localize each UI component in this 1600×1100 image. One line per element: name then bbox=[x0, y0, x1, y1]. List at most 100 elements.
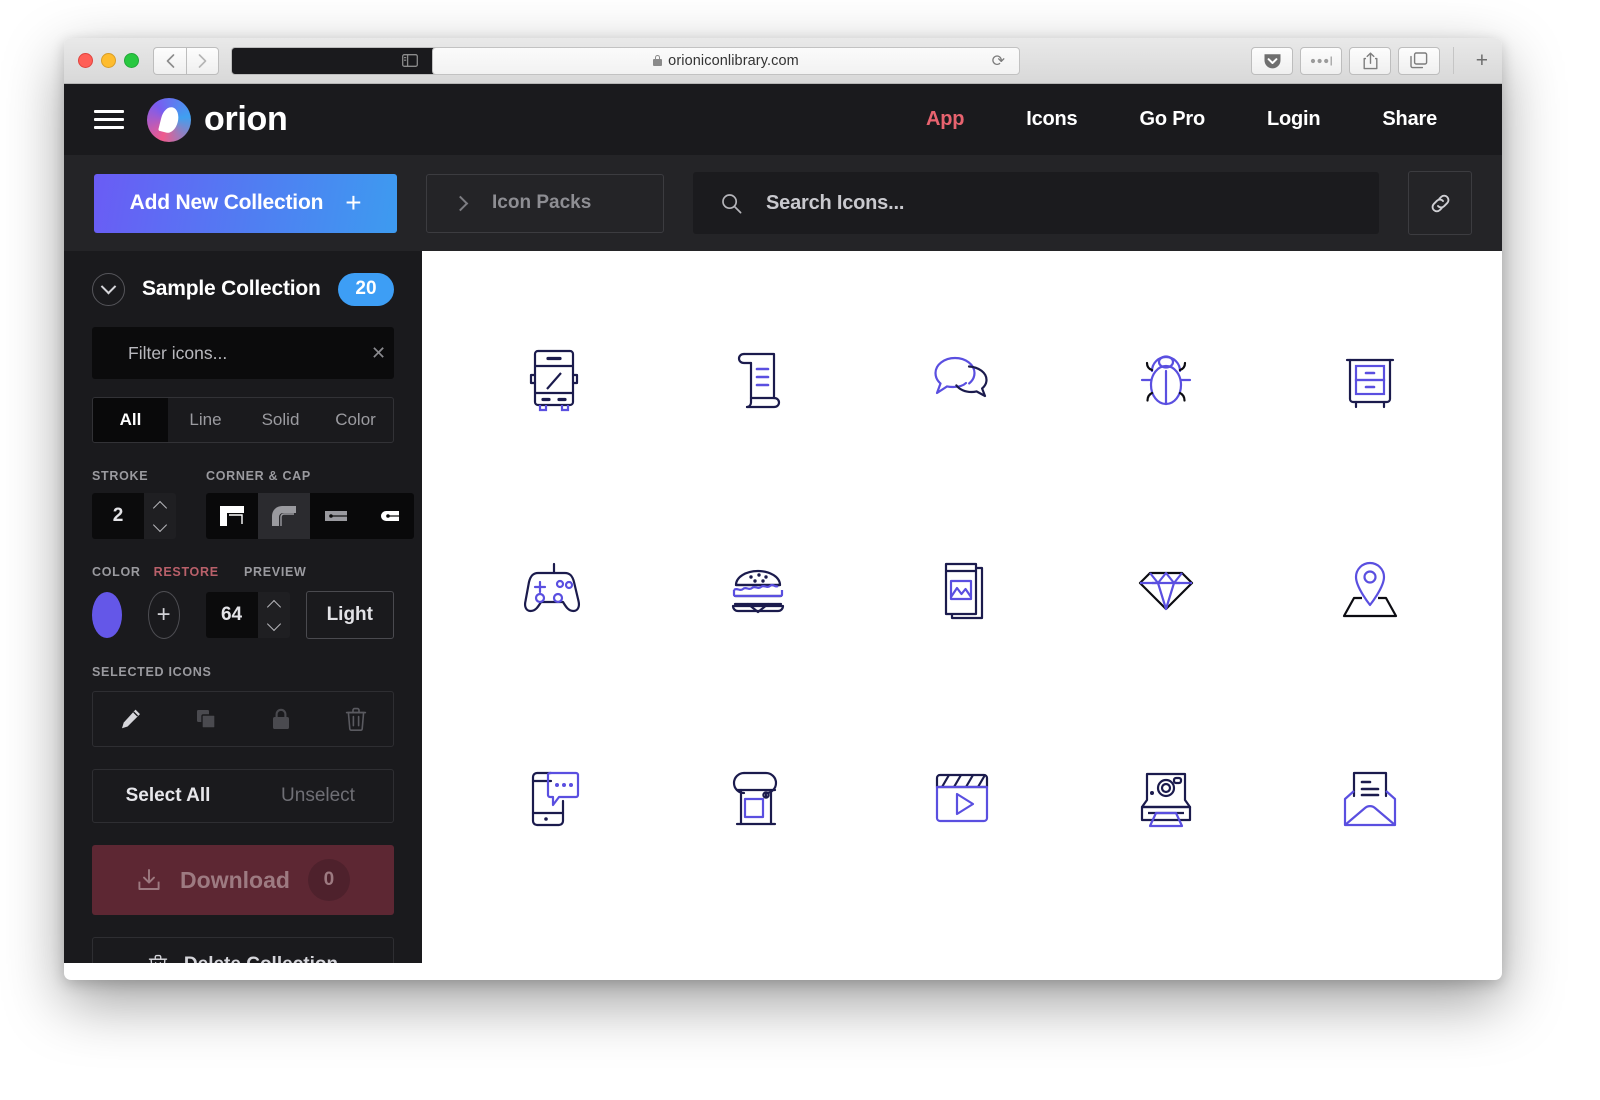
trash-icon bbox=[148, 954, 168, 963]
chevron-down-icon[interactable] bbox=[153, 517, 167, 531]
icon-item-bus[interactable] bbox=[452, 277, 656, 486]
color-swatch[interactable] bbox=[92, 592, 122, 638]
more-dots-icon bbox=[1308, 56, 1334, 66]
round-cap-button[interactable] bbox=[362, 493, 414, 539]
icon-item-nightstand-drawers[interactable] bbox=[1268, 277, 1472, 486]
icon-packs-button[interactable]: Icon Packs bbox=[426, 174, 664, 233]
icon-item-photo-gallery[interactable] bbox=[860, 486, 1064, 695]
preview-theme-button[interactable]: Light bbox=[306, 591, 394, 639]
delete-selected-button[interactable] bbox=[318, 692, 393, 746]
add-new-collection-button[interactable]: Add New Collection + bbox=[94, 174, 397, 233]
collection-header[interactable]: Sample Collection 20 bbox=[92, 251, 394, 327]
icon-item-hamburger-food[interactable] bbox=[656, 486, 860, 695]
round-corner-button[interactable] bbox=[258, 493, 310, 539]
download-button[interactable]: Download 0 bbox=[92, 845, 394, 915]
browser-window: orioniconlibrary.com ⟳ bbox=[64, 38, 1502, 980]
tab-line[interactable]: Line bbox=[168, 398, 243, 442]
maximize-window-button[interactable] bbox=[124, 53, 139, 68]
icon-type-tabs[interactable]: All Line Solid Color bbox=[92, 397, 394, 443]
clear-filter-icon[interactable]: ✕ bbox=[371, 344, 386, 362]
butt-cap-button[interactable] bbox=[310, 493, 362, 539]
close-window-button[interactable] bbox=[78, 53, 93, 68]
share-button[interactable] bbox=[1349, 47, 1391, 75]
select-actions[interactable]: Select All Unselect bbox=[92, 769, 394, 823]
minimize-window-button[interactable] bbox=[101, 53, 116, 68]
nav-item-login[interactable]: Login bbox=[1236, 108, 1351, 131]
diamond-icon bbox=[1128, 552, 1204, 628]
icon-item-map-pin-location[interactable] bbox=[1268, 486, 1472, 695]
preview-size-value: 64 bbox=[206, 592, 258, 638]
corner-cap-options[interactable] bbox=[206, 493, 414, 539]
select-all-button[interactable]: Select All bbox=[93, 770, 243, 822]
tab-solid[interactable]: Solid bbox=[243, 398, 318, 442]
selected-icon-tools[interactable] bbox=[92, 691, 394, 747]
icon-item-chat-bubbles[interactable] bbox=[860, 277, 1064, 486]
app-body: Sample Collection 20 ✕ All Line Solid Co… bbox=[64, 251, 1502, 963]
nav-item-app[interactable]: App bbox=[895, 108, 995, 131]
more-button[interactable] bbox=[1300, 47, 1342, 75]
stroke-stepper[interactable]: 2 bbox=[92, 493, 176, 539]
filter-input[interactable] bbox=[126, 342, 355, 365]
collection-sidebar: Sample Collection 20 ✕ All Line Solid Co… bbox=[64, 251, 422, 963]
forward-button[interactable] bbox=[186, 47, 219, 75]
icon-item-instant-camera[interactable] bbox=[1064, 694, 1268, 903]
main-nav[interactable]: App Icons Go Pro Login Share bbox=[895, 108, 1502, 131]
nav-item-share[interactable]: Share bbox=[1351, 108, 1468, 131]
icon-item-phone-message[interactable] bbox=[452, 694, 656, 903]
nav-item-go-pro[interactable]: Go Pro bbox=[1108, 108, 1235, 131]
pocket-icon bbox=[1263, 52, 1282, 70]
preview-size-arrows[interactable] bbox=[258, 592, 290, 638]
pocket-button[interactable] bbox=[1251, 47, 1293, 75]
tab-all[interactable]: All bbox=[93, 398, 168, 442]
reload-icon[interactable]: ⟳ bbox=[992, 51, 1005, 71]
icon-item-game-controller[interactable] bbox=[452, 486, 656, 695]
corner-cap-control bbox=[206, 483, 414, 539]
add-new-collection-label: Add New Collection bbox=[130, 191, 324, 215]
back-button[interactable] bbox=[153, 47, 186, 75]
sharp-corner-icon bbox=[217, 503, 247, 529]
collapse-collection-button[interactable] bbox=[92, 273, 125, 306]
icon-item-scroll-document[interactable] bbox=[656, 277, 860, 486]
brand[interactable]: orion bbox=[147, 98, 287, 142]
icon-item-paint-bucket[interactable] bbox=[656, 694, 860, 903]
color-preview-controls: + 64 Light bbox=[92, 591, 394, 639]
stroke-control: 2 bbox=[92, 483, 176, 539]
phone-message-icon bbox=[516, 761, 592, 837]
restore-button[interactable]: RESTORE bbox=[154, 565, 219, 579]
chevron-up-icon[interactable] bbox=[266, 599, 280, 613]
chat-bubbles-icon bbox=[924, 343, 1000, 419]
duplicate-selected-button[interactable] bbox=[168, 692, 243, 746]
edit-selected-button[interactable] bbox=[93, 692, 168, 746]
browser-action-buttons[interactable] bbox=[1251, 47, 1440, 75]
instant-camera-icon bbox=[1128, 761, 1204, 837]
search-icons-field[interactable] bbox=[693, 172, 1379, 234]
orion-logo-icon bbox=[147, 98, 191, 142]
nav-buttons[interactable] bbox=[153, 47, 219, 75]
search-input[interactable] bbox=[764, 191, 1379, 216]
hamburger-menu-icon[interactable] bbox=[94, 110, 124, 129]
nav-item-icons[interactable]: Icons bbox=[995, 108, 1108, 131]
icon-item-bug[interactable] bbox=[1064, 277, 1268, 486]
add-color-button[interactable]: + bbox=[148, 591, 180, 639]
icon-item-diamond[interactable] bbox=[1064, 486, 1268, 695]
sharp-corner-button[interactable] bbox=[206, 493, 258, 539]
window-controls[interactable] bbox=[78, 53, 139, 68]
filter-icons-field[interactable]: ✕ bbox=[92, 327, 394, 379]
stroke-arrows[interactable] bbox=[144, 493, 176, 539]
tab-color[interactable]: Color bbox=[318, 398, 393, 442]
address-bar[interactable]: orioniconlibrary.com ⟳ bbox=[432, 47, 1020, 75]
lock-selected-button[interactable] bbox=[243, 692, 318, 746]
icon-item-open-envelope[interactable] bbox=[1268, 694, 1472, 903]
icon-item-clapperboard-play[interactable] bbox=[860, 694, 1064, 903]
chevron-down-icon[interactable] bbox=[266, 616, 280, 630]
tab-overview-button[interactable] bbox=[1398, 47, 1440, 75]
chevron-down-icon bbox=[101, 278, 117, 294]
brand-name: orion bbox=[204, 100, 287, 139]
share-link-button[interactable] bbox=[1408, 171, 1472, 235]
unselect-button[interactable]: Unselect bbox=[243, 770, 393, 822]
delete-collection-button[interactable]: Delete Collection bbox=[92, 937, 394, 963]
chevron-up-icon[interactable] bbox=[153, 500, 167, 514]
new-tab-button[interactable]: + bbox=[1476, 49, 1488, 73]
preview-size-stepper[interactable]: 64 bbox=[206, 592, 290, 638]
link-icon bbox=[1428, 191, 1453, 216]
